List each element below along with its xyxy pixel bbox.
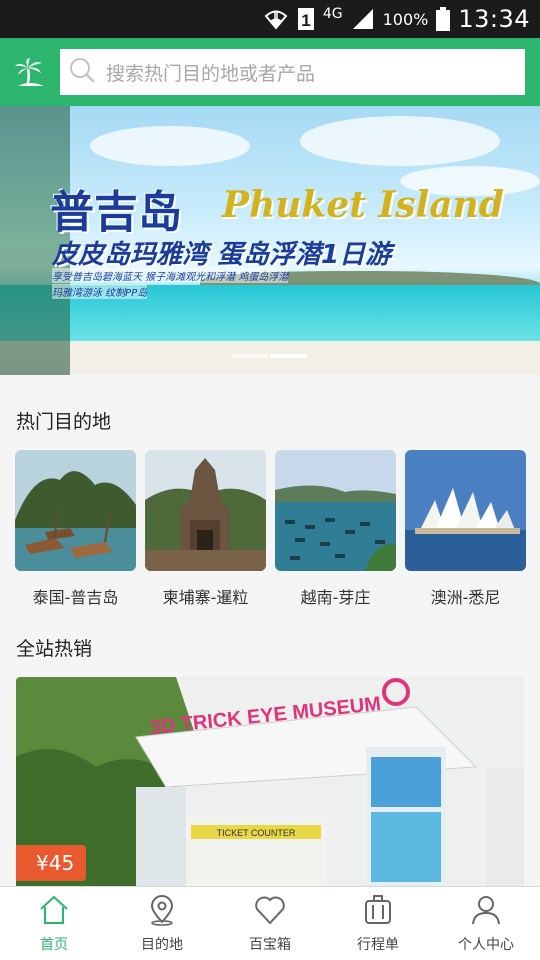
sim-slot-number: 1 [301,11,310,30]
clock: 13:34 [458,5,530,33]
thailand-phuket-photo [15,450,136,571]
battery-percent: 100% [382,9,429,29]
banner-detail-2: 玛雅湾游泳 纹制PP岛 [52,284,148,299]
bottom-tab-bar: 首页 目的地 百宝箱 行程单 个人中心 [0,886,540,960]
beach-graphic [0,341,540,375]
destination-card-phuket[interactable]: 泰国-普吉岛 [15,450,136,608]
tab-label: 首页 [40,936,68,953]
banner-subtitle: 皮皮岛玛雅湾 蛋岛浮潜1日游 [52,240,392,270]
tab-label: 个人中心 [458,936,514,953]
tab-label: 百宝箱 [249,936,291,953]
destination-card-nhatrang[interactable]: 越南-芽庄 [275,450,396,608]
search-icon [68,56,96,88]
network-type: 4G [322,6,343,22]
destination-label: 泰国-普吉岛 [32,588,119,607]
destination-card-sydney[interactable]: 澳洲-悉尼 [405,450,526,608]
app-header: 搜索热门目的地或者产品 [0,38,540,106]
destination-card-siemreap[interactable]: 柬埔寨-暹粒 [145,450,266,608]
museum-photo: TICKET COUNTER 3D TRICK EYE MUSEUM [16,677,524,889]
destination-label: 越南-芽庄 [300,588,371,607]
promo-banner[interactable]: 普吉岛 Phuket Island 皮皮岛玛雅湾 蛋岛浮潜1日游 享受普吉岛碧海… [0,106,540,375]
tab-label: 行程单 [357,936,399,953]
cambodia-siemreap-photo [145,450,266,571]
search-placeholder: 搜索热门目的地或者产品 [106,62,316,85]
banner-pagination [231,354,307,358]
hot-destinations-title: 热门目的地 [16,411,112,433]
australia-sydney-photo [405,450,526,571]
banner-dot-active[interactable] [270,354,307,358]
heart-icon [253,894,287,930]
tab-destinations[interactable]: 目的地 [108,887,216,960]
banner-title-cn: 普吉岛 [50,187,182,238]
tab-home[interactable]: 首页 [0,887,108,960]
status-bar: 1 4G 100% 13:34 [0,0,540,38]
tab-itinerary[interactable]: 行程单 [324,887,432,960]
location-pin-icon [146,894,178,930]
vietnam-nhatrang-photo [275,450,396,571]
banner-title-en: Phuket Island [222,184,504,226]
banner-detail-1: 享受普吉岛碧海蓝天 猴子海滩观光和浮潜 鸡蛋岛浮潜 [52,268,289,283]
hot-destinations-list: 泰国-普吉岛 柬埔寨-暹粒 越南-芽庄 澳洲-悉尼 [15,450,526,608]
palm-tree-icon[interactable] [0,38,60,106]
tab-treasure-box[interactable]: 百宝箱 [216,887,324,960]
destination-label: 澳洲-悉尼 [430,588,501,607]
user-icon [470,894,502,930]
signal-icon [351,8,375,30]
search-input[interactable]: 搜索热门目的地或者产品 [60,49,525,95]
battery-icon [436,7,451,31]
wifi-icon [263,8,289,30]
price-tag: ¥45 [16,845,87,881]
banner-dot[interactable] [231,354,268,358]
ticket-counter-sign: TICKET COUNTER [217,828,296,838]
hot-sales-title: 全站热销 [16,638,93,660]
luggage-icon [362,894,394,930]
home-icon [38,894,70,930]
tab-label: 目的地 [141,936,183,953]
destination-label: 柬埔寨-暹粒 [162,588,249,607]
tab-profile[interactable]: 个人中心 [432,887,540,960]
hot-sale-card[interactable]: TICKET COUNTER 3D TRICK EYE MUSEUM ¥45 [16,677,524,889]
sim-icon: 1 [297,7,315,31]
